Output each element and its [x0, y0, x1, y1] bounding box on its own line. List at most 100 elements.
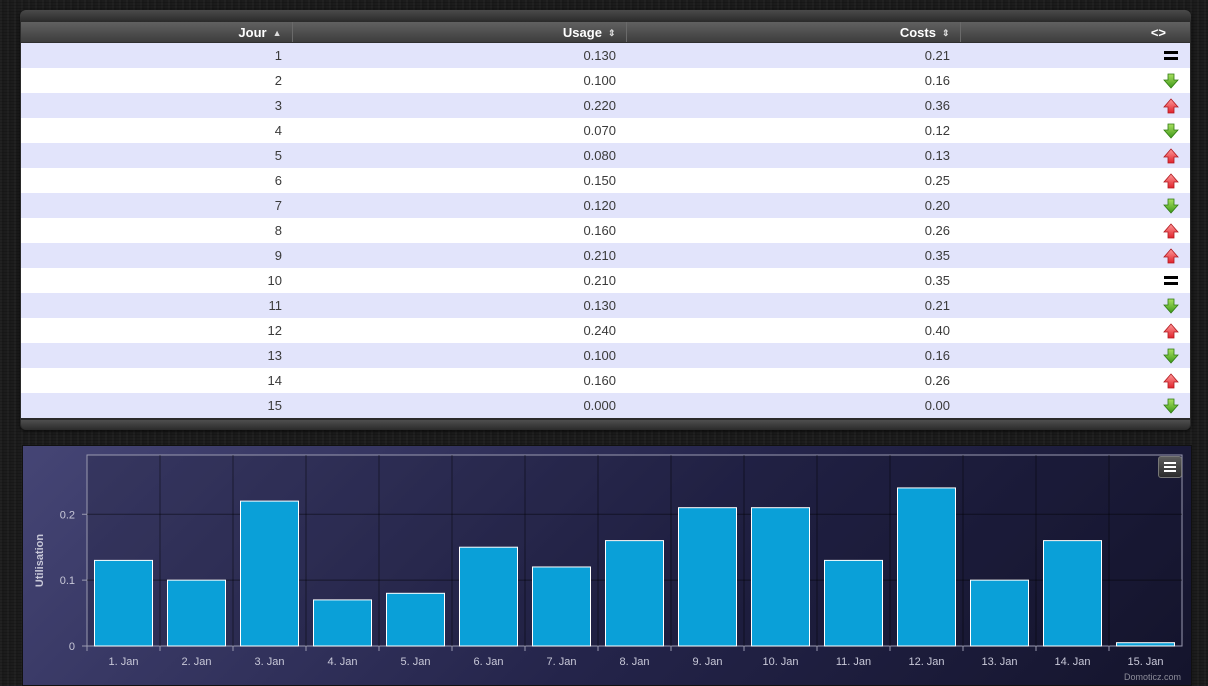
table-row: 12 0.240 0.40 — [21, 318, 1190, 343]
cell-trend — [960, 268, 1190, 293]
bar-7 — [532, 566, 591, 647]
usage-bar-chart: 0 0.1 0.2 Utilisation 1. Jan 2. Jan 3. Jan 4. J… — [34, 454, 1183, 668]
arrow-up-red-icon — [1163, 372, 1179, 388]
table-row: 7 0.120 0.20 — [21, 193, 1190, 218]
cell-day: 13 — [21, 343, 292, 368]
table-row: 3 0.220 0.36 — [21, 93, 1190, 118]
x-tick-label: 5. Jan — [401, 656, 431, 668]
bar-4 — [313, 599, 372, 647]
arrow-down-green-icon — [1163, 298, 1179, 314]
usage-table: Jour ▲ Usage ⇕ Costs ⇕ <> 1 0.130 0.21 2 0.100 0… — [21, 22, 1190, 418]
bar-9 — [678, 507, 737, 647]
usage-table-panel: Jour ▲ Usage ⇕ Costs ⇕ <> 1 0.130 0.21 2 0.100 0… — [20, 10, 1191, 430]
cell-day: 1 — [21, 42, 292, 68]
cell-usage: 0.130 — [292, 293, 626, 318]
cell-day: 14 — [21, 368, 292, 393]
x-tick-label: 9. Jan — [693, 656, 723, 668]
hamburger-menu-icon[interactable] — [1158, 456, 1182, 478]
cell-costs: 0.12 — [626, 118, 960, 143]
cell-usage: 0.100 — [292, 343, 626, 368]
arrow-up-red-icon — [1163, 97, 1179, 113]
bar-12 — [897, 487, 956, 647]
cell-trend — [960, 218, 1190, 243]
table-row: 10 0.210 0.35 — [21, 268, 1190, 293]
cell-costs: 0.25 — [626, 168, 960, 193]
cell-costs: 0.16 — [626, 68, 960, 93]
bar-13 — [970, 579, 1029, 647]
x-tick-label: 12. Jan — [908, 656, 944, 668]
cell-usage: 0.160 — [292, 368, 626, 393]
arrow-down-green-icon — [1163, 73, 1179, 89]
cell-usage: 0.220 — [292, 93, 626, 118]
arrow-up-red-icon — [1163, 222, 1179, 238]
cell-trend — [960, 293, 1190, 318]
bar-15 — [1116, 642, 1175, 647]
cell-costs: 0.35 — [626, 243, 960, 268]
cell-costs: 0.13 — [626, 143, 960, 168]
cell-costs: 0.26 — [626, 218, 960, 243]
table-footer — [21, 420, 1190, 430]
cell-usage: 0.130 — [292, 42, 626, 68]
bar-3 — [240, 500, 299, 647]
cell-trend — [960, 68, 1190, 93]
cell-costs: 0.21 — [626, 42, 960, 68]
cell-day: 4 — [21, 118, 292, 143]
bar-14 — [1043, 540, 1102, 647]
bar-6 — [459, 546, 518, 647]
bar-1 — [94, 559, 153, 647]
table-row: 11 0.130 0.21 — [21, 293, 1190, 318]
equal-trend-icon — [1164, 50, 1178, 60]
cell-trend — [960, 368, 1190, 393]
x-tick-label: 1. Jan — [109, 656, 139, 668]
cell-usage: 0.210 — [292, 243, 626, 268]
x-tick-label: 2. Jan — [182, 656, 212, 668]
table-header-row: Jour ▲ Usage ⇕ Costs ⇕ <> — [21, 22, 1190, 43]
cell-costs: 0.00 — [626, 393, 960, 418]
cell-costs: 0.20 — [626, 193, 960, 218]
cell-day: 10 — [21, 268, 292, 293]
cell-day: 12 — [21, 318, 292, 343]
cell-costs: 0.36 — [626, 93, 960, 118]
table-row: 8 0.160 0.26 — [21, 218, 1190, 243]
cell-trend — [960, 393, 1190, 418]
y-tick-label: 0 — [69, 641, 75, 653]
table-row: 1 0.130 0.21 — [21, 42, 1190, 68]
table-body: 1 0.130 0.21 2 0.100 0.16 3 0.220 0.36 4 0.070 0.12… — [21, 42, 1190, 418]
table-row: 6 0.150 0.25 — [21, 168, 1190, 193]
cell-day: 8 — [21, 218, 292, 243]
cell-day: 15 — [21, 393, 292, 418]
cell-day: 6 — [21, 168, 292, 193]
cell-costs: 0.16 — [626, 343, 960, 368]
bar-10 — [751, 507, 810, 647]
cell-trend — [960, 168, 1190, 193]
column-header-trend[interactable]: <> — [960, 22, 1190, 43]
column-header-costs[interactable]: Costs ⇕ — [626, 22, 961, 43]
cell-trend — [960, 42, 1190, 68]
column-header-usage-label: Usage — [562, 24, 602, 40]
column-header-day[interactable]: Jour ▲ — [21, 22, 293, 43]
sort-both-icon: ⇕ — [941, 27, 950, 38]
cell-usage: 0.070 — [292, 118, 626, 143]
table-row: 13 0.100 0.16 — [21, 343, 1190, 368]
cell-day: 7 — [21, 193, 292, 218]
bar-11 — [824, 559, 883, 647]
x-tick-label: 11. Jan — [836, 656, 871, 668]
cell-day: 9 — [21, 243, 292, 268]
column-header-costs-label: Costs — [899, 24, 936, 40]
cell-trend — [960, 118, 1190, 143]
cell-usage: 0.240 — [292, 318, 626, 343]
arrow-up-red-icon — [1163, 247, 1179, 263]
cell-usage: 0.120 — [292, 193, 626, 218]
column-header-trend-label: <> — [1150, 24, 1166, 40]
arrow-up-red-icon — [1163, 322, 1179, 338]
bar-8 — [605, 540, 664, 647]
x-tick-label: 7. Jan — [547, 656, 577, 668]
chart-credit[interactable]: Domoticz.com — [1124, 672, 1181, 682]
cell-trend — [960, 143, 1190, 168]
cell-day: 5 — [21, 143, 292, 168]
arrow-down-green-icon — [1163, 198, 1179, 214]
table-row: 2 0.100 0.16 — [21, 68, 1190, 93]
cell-trend — [960, 193, 1190, 218]
column-header-usage[interactable]: Usage ⇕ — [292, 22, 627, 43]
cell-day: 11 — [21, 293, 292, 318]
